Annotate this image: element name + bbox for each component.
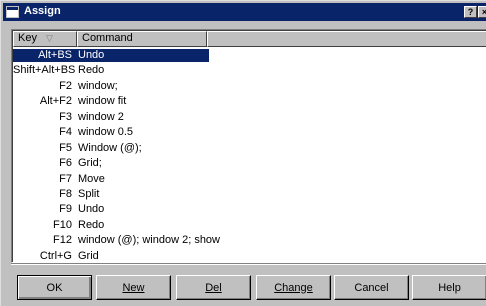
list-item-command: window fit xyxy=(78,95,127,108)
list-item[interactable]: Ctrl+G Grid xyxy=(13,249,486,262)
dialog-title: Assign xyxy=(24,5,61,17)
list-item-command: Grid xyxy=(78,249,99,262)
close-icon[interactable]: × xyxy=(478,6,486,18)
title-bar[interactable]: Assign ? × xyxy=(3,3,486,21)
help-button[interactable]: Help xyxy=(412,275,486,300)
cancel-button-label: Cancel xyxy=(354,281,389,294)
list-item-key: F9 xyxy=(59,203,72,216)
list-item[interactable]: F3 window 2 xyxy=(13,110,486,125)
ok-button[interactable]: OK xyxy=(17,275,92,300)
sort-descending-icon: ▽ xyxy=(46,33,53,43)
window-icon[interactable] xyxy=(6,6,19,18)
column-header-filler xyxy=(207,31,486,47)
list-item-command: window 2 xyxy=(78,110,124,123)
help-button-label: Help xyxy=(438,281,461,294)
button-bar-divider xyxy=(11,263,486,265)
list-item-key: F12 xyxy=(53,234,72,247)
del-button[interactable]: Del xyxy=(176,275,251,300)
column-header-command[interactable]: Command xyxy=(77,31,207,47)
list-item-key: F10 xyxy=(53,218,72,231)
list-item-command: Window (@); xyxy=(78,141,142,154)
list-item[interactable]: F7 Move xyxy=(13,172,486,187)
list-item[interactable]: Alt+F2 window fit xyxy=(13,94,486,109)
list-item-key: F7 xyxy=(59,172,72,185)
new-button-label: New xyxy=(122,281,145,294)
list-item[interactable]: F2 window; xyxy=(13,79,486,94)
list-item-key: F2 xyxy=(59,79,72,92)
column-header-command-label: Command xyxy=(82,32,133,44)
list-item-command: Redo xyxy=(78,218,105,231)
list-item-key: Shift+Alt+BS xyxy=(13,64,76,77)
list-item-command: window; xyxy=(78,79,118,92)
change-button[interactable]: Change xyxy=(256,275,331,300)
list-item[interactable]: Alt+BS Undo xyxy=(13,48,486,63)
list-item-key: Alt+BS xyxy=(38,49,72,61)
column-header-key[interactable]: Key ▽ xyxy=(13,31,77,47)
list-item[interactable]: F10 Redo xyxy=(13,218,486,233)
del-button-label: Del xyxy=(205,281,222,294)
list-item-key: F4 xyxy=(59,126,72,139)
list-item[interactable]: Shift+Alt+BS Redo xyxy=(13,63,486,78)
new-button[interactable]: New xyxy=(96,275,171,300)
list-item[interactable]: F4 window 0.5 xyxy=(13,125,486,140)
list-item-command: Grid; xyxy=(78,157,102,170)
assign-dialog: Assign ? × Key ▽ Command Alt+BS Undo xyxy=(0,0,486,306)
list-item[interactable]: F12 window (@); window 2; show xyxy=(13,233,486,248)
key-assignment-list[interactable]: Key ▽ Command Alt+BS Undo Shift+Alt+BS R… xyxy=(11,29,486,263)
list-item[interactable]: F9 Undo xyxy=(13,202,486,217)
list-item-key: Ctrl+G xyxy=(39,249,72,262)
cancel-button[interactable]: Cancel xyxy=(334,275,409,300)
list-item-command: Split xyxy=(78,187,100,200)
column-header-key-label: Key xyxy=(18,32,37,44)
help-icon[interactable]: ? xyxy=(464,6,477,18)
list-item-command: Undo xyxy=(78,49,105,61)
list-item-command: Undo xyxy=(78,203,105,216)
list-item-key: F5 xyxy=(59,141,72,154)
list-item-key: F6 xyxy=(59,157,72,170)
list-rows: Alt+BS Undo Shift+Alt+BS Redo F2 window;… xyxy=(13,48,486,262)
list-item-key: F8 xyxy=(59,187,72,200)
list-item[interactable]: F5 Window (@); xyxy=(13,141,486,156)
list-header: Key ▽ Command xyxy=(13,31,486,47)
list-item-command: Redo xyxy=(78,64,105,77)
list-item-key: F3 xyxy=(59,110,72,123)
change-button-label: Change xyxy=(274,281,313,294)
list-item-key: Alt+F2 xyxy=(39,95,72,108)
list-item[interactable]: F8 Split xyxy=(13,187,486,202)
list-item-command: window (@); window 2; show xyxy=(78,234,220,247)
list-item-command: Move xyxy=(78,172,105,185)
list-item-command: window 0.5 xyxy=(78,126,134,139)
list-item[interactable]: F6 Grid; xyxy=(13,156,486,171)
ok-button-label: OK xyxy=(46,281,63,294)
